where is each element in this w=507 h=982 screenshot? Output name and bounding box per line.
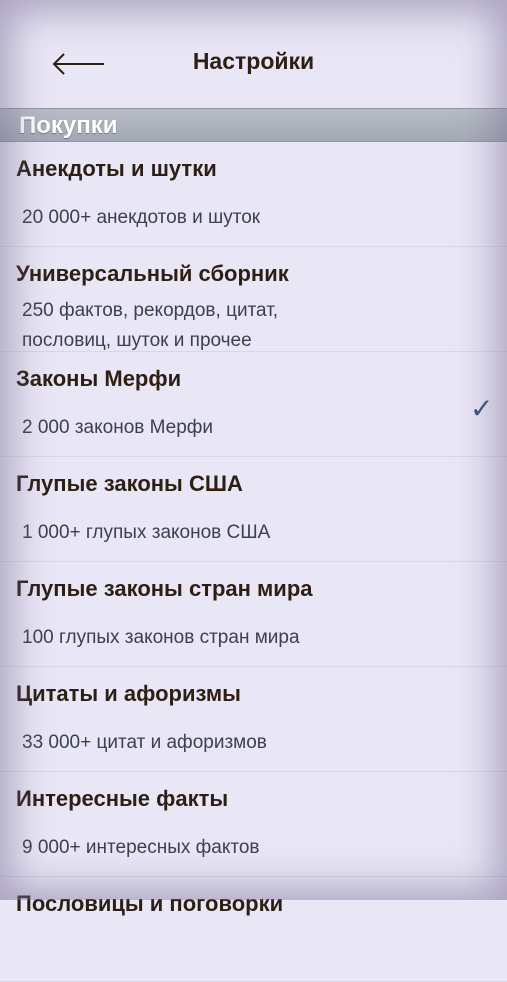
list-item[interactable]: Анекдоты и шутки 20 000+ анекдотов и шут… (0, 142, 507, 247)
list-item[interactable]: Глупые законы стран мира 100 глупых зако… (0, 562, 507, 667)
item-subtitle: 20 000+ анекдотов и шуток (22, 207, 261, 228)
item-subtitle: 100 глупых законов стран мира (22, 627, 300, 648)
section-label: Покупки (19, 112, 118, 139)
item-title: Пословицы и поговорки (16, 891, 284, 916)
item-title: Интересные факты (16, 786, 229, 811)
item-title: Универсальный сборник (16, 261, 289, 286)
list-item[interactable]: Интересные факты 9 000+ интересных факто… (0, 772, 507, 877)
header-bar: Настройки (0, 0, 507, 108)
item-subtitle: 33 000+ цитат и афоризмов (22, 732, 267, 753)
item-title: Цитаты и афоризмы (16, 681, 241, 706)
list-item[interactable]: Глупые законы США 1 000+ глупых законов … (0, 457, 507, 562)
item-title: Анекдоты и шутки (16, 156, 217, 181)
item-subtitle: 2 000 законов Мерфи (22, 417, 214, 438)
list-item[interactable]: Цитаты и афоризмы 33 000+ цитат и афориз… (0, 667, 507, 772)
list-item[interactable]: Пословицы и поговорки (0, 877, 507, 982)
list-item[interactable]: Универсальный сборник 250 фактов, рекорд… (0, 247, 507, 352)
section-header-purchases: Покупки (0, 108, 507, 142)
item-subtitle: 250 фактов, рекордов, цитат, пословиц, ш… (22, 296, 278, 356)
page-title: Настройки (192, 48, 315, 74)
item-subtitle-line: 250 фактов, рекордов, цитат, (22, 300, 279, 321)
item-title: Законы Мерфи (16, 366, 182, 391)
item-subtitle: 9 000+ интересных фактов (22, 837, 260, 858)
item-title: Глупые законы стран мира (16, 576, 313, 601)
checkmark-icon: ✓ (470, 393, 494, 424)
item-subtitle: 1 000+ глупых законов США (22, 522, 271, 543)
item-title: Глупые законы США (16, 471, 243, 496)
list-item[interactable]: Законы Мерфи 2 000 законов Мерфи ✓ (0, 352, 507, 457)
purchase-list: Анекдоты и шутки 20 000+ анекдотов и шут… (0, 142, 507, 982)
